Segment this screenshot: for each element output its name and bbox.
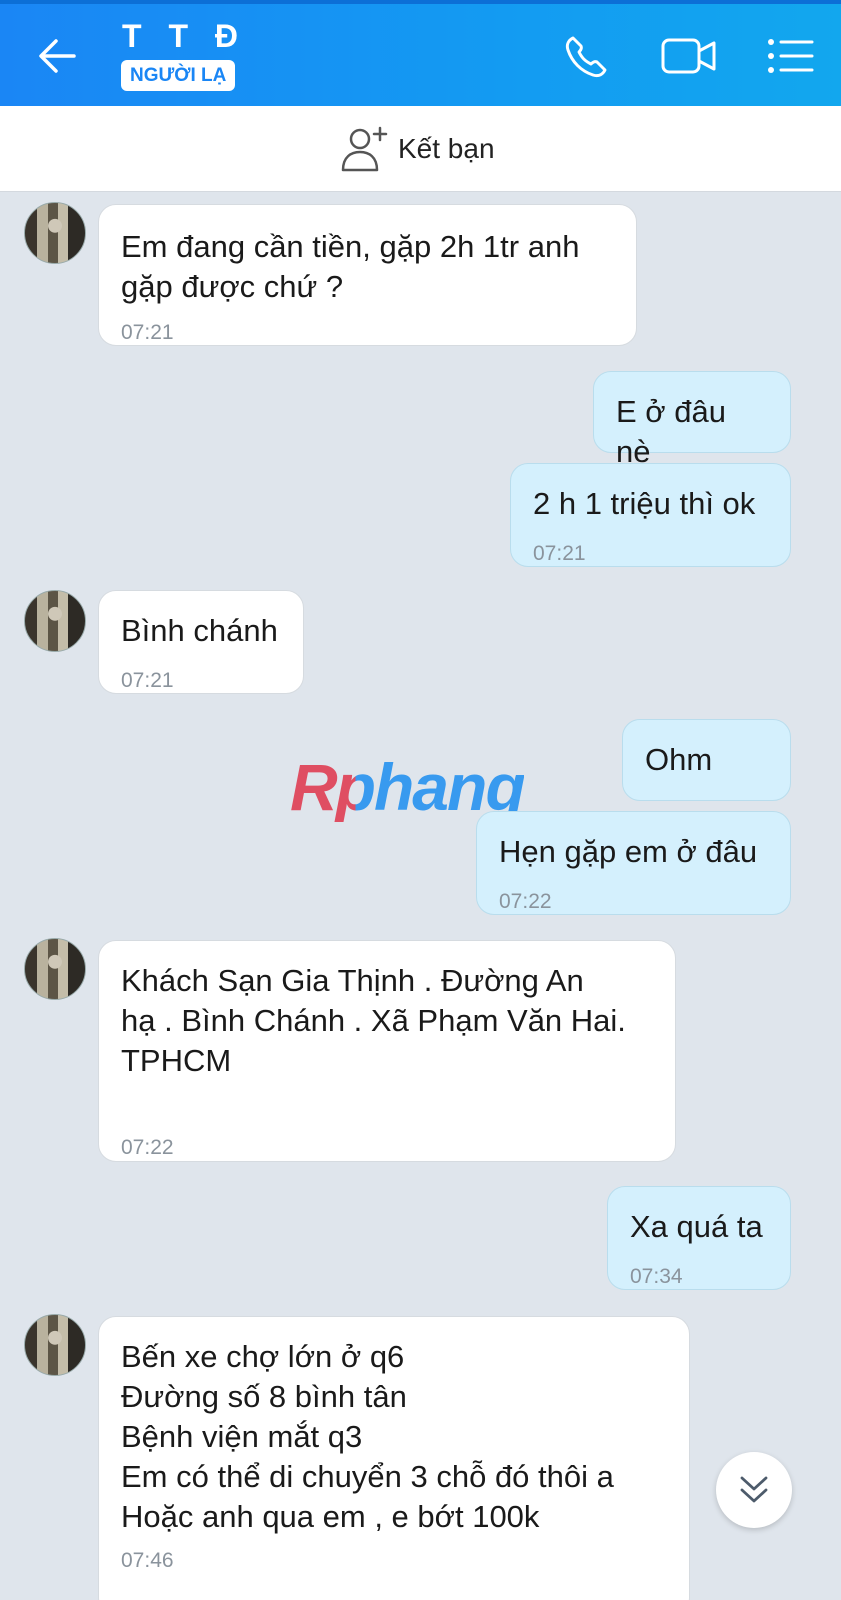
message-text: Hẹn gặp em ở đâu bbox=[499, 834, 758, 869]
video-call-button[interactable] bbox=[660, 34, 718, 78]
contact-avatar[interactable] bbox=[24, 1314, 86, 1376]
scroll-to-bottom-button[interactable] bbox=[716, 1452, 792, 1528]
add-friend-bar: Kết bạn bbox=[0, 106, 841, 192]
message-text: 2 h 1 triệu thì ok bbox=[533, 486, 756, 521]
message-bubble-outgoing[interactable]: 2 h 1 triệu thì ok 07:21 bbox=[510, 463, 791, 567]
phone-icon bbox=[565, 36, 607, 78]
message-bubble-outgoing[interactable]: Hẹn gặp em ở đâu 07:22 bbox=[476, 811, 791, 915]
menu-button[interactable] bbox=[766, 34, 814, 78]
message-time: 07:21 bbox=[533, 542, 586, 565]
message-bubble-incoming[interactable]: Bến xe chợ lớn ở q6 Đường số 8 bình tân … bbox=[98, 1316, 690, 1600]
contact-avatar[interactable] bbox=[24, 590, 86, 652]
header-top-line bbox=[0, 0, 841, 4]
message-text: Bến xe chợ lớn ở q6 Đường số 8 bình tân … bbox=[121, 1339, 614, 1534]
back-arrow-icon bbox=[39, 39, 76, 73]
contact-avatar[interactable] bbox=[24, 938, 86, 1000]
message-time: 07:34 bbox=[630, 1265, 683, 1288]
message-time: 07:21 bbox=[121, 321, 174, 344]
message-time: 07:46 bbox=[121, 1549, 174, 1572]
message-text: Ohm bbox=[645, 742, 713, 777]
add-friend-label: Kết bạn bbox=[398, 133, 495, 164]
message-text: Khách Sạn Gia Thịnh . Đường An hạ . Bình… bbox=[121, 963, 626, 1078]
back-button[interactable] bbox=[36, 34, 80, 78]
message-bubble-outgoing[interactable]: Ohm bbox=[622, 719, 791, 801]
menu-list-icon bbox=[768, 39, 814, 73]
message-time: 07:22 bbox=[121, 1136, 174, 1159]
double-chevron-down-icon bbox=[740, 1476, 768, 1503]
add-friend-button[interactable]: Kết bạn bbox=[340, 124, 495, 174]
message-text: Bình chánh bbox=[121, 613, 278, 648]
message-time: 07:22 bbox=[499, 890, 552, 913]
message-text: Xa quá ta bbox=[630, 1209, 763, 1244]
message-bubble-incoming[interactable]: Bình chánh 07:21 bbox=[98, 590, 304, 694]
message-text: E ở đâu nè bbox=[616, 394, 726, 469]
message-bubble-outgoing[interactable]: Xa quá ta 07:34 bbox=[607, 1186, 791, 1290]
message-bubble-outgoing[interactable]: E ở đâu nè bbox=[593, 371, 791, 469]
video-camera-icon bbox=[661, 38, 716, 74]
stranger-badge: NGƯỜI LẠ bbox=[121, 60, 236, 91]
voice-call-button[interactable] bbox=[561, 32, 611, 82]
contact-name[interactable]: T T Đ bbox=[122, 18, 247, 55]
contact-avatar[interactable] bbox=[24, 202, 86, 264]
message-bubble-incoming[interactable]: Em đang cần tiền, gặp 2h 1tr anh gặp đượ… bbox=[98, 204, 637, 346]
add-friend-icon bbox=[341, 126, 388, 172]
chat-header: T T Đ NGƯỜI LẠ bbox=[0, 0, 841, 106]
message-bubble-incoming[interactable]: Khách Sạn Gia Thịnh . Đường An hạ . Bình… bbox=[98, 940, 676, 1162]
message-time: 07:21 bbox=[121, 669, 174, 692]
message-text: Em đang cần tiền, gặp 2h 1tr anh gặp đượ… bbox=[121, 229, 580, 304]
